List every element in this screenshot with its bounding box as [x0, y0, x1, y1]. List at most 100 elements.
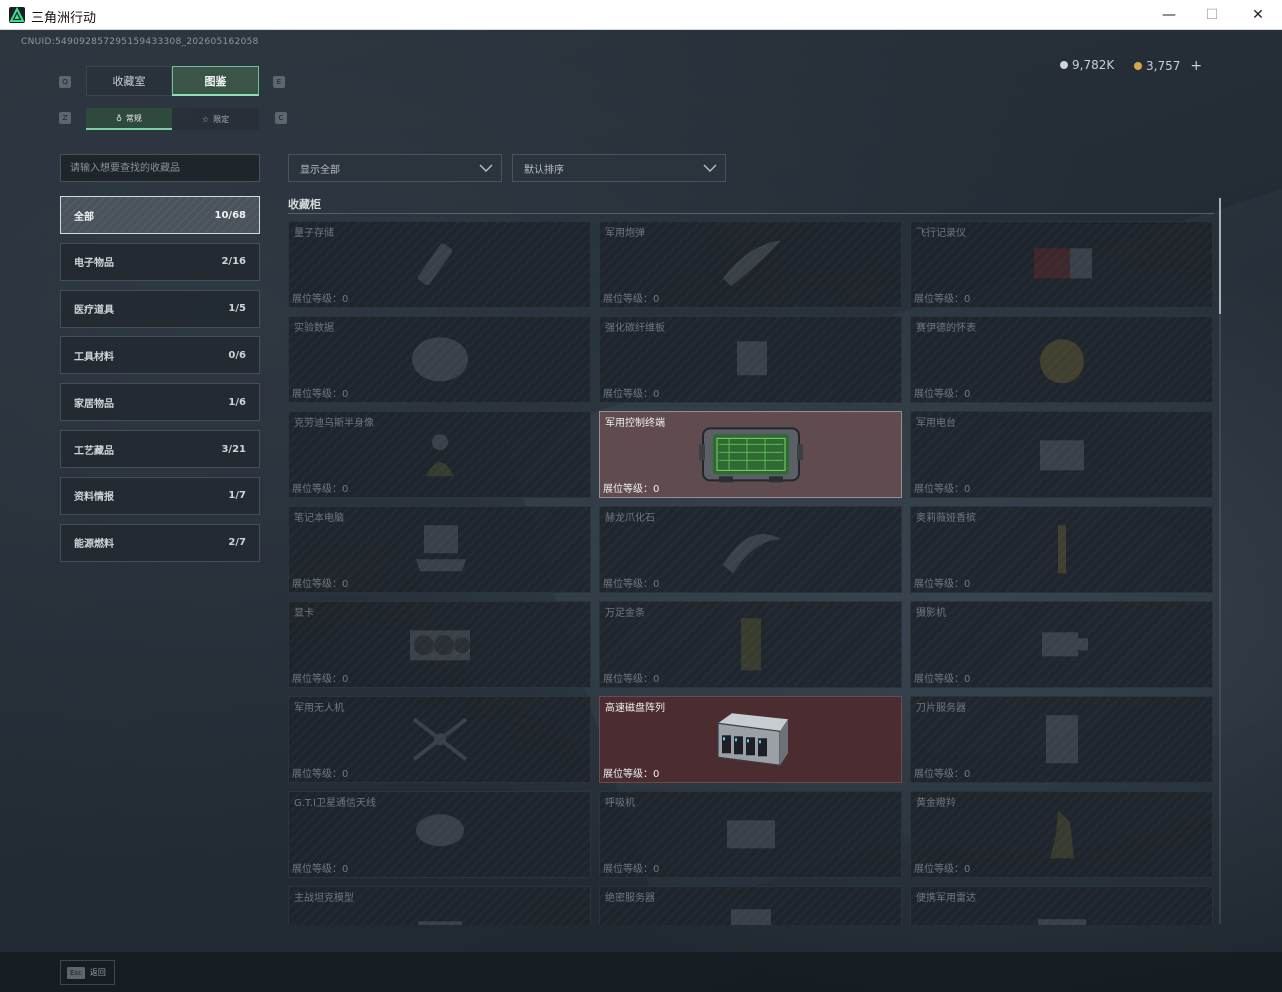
- item-level: 展位等级：0: [914, 769, 971, 780]
- collection-card[interactable]: 军用无人机 展位等级：0: [288, 696, 591, 783]
- category-item[interactable]: 工具材料 0/6: [60, 336, 260, 375]
- item-level: 展位等级：0: [914, 484, 971, 495]
- collection-grid: 量子存储 展位等级：0 军用炮弹 展位等级：0 飞行记录仪 展位等级：0 实验数据 展位等级：…: [288, 221, 1214, 925]
- laptop-icon: [408, 519, 472, 583]
- control-terminal-icon: [698, 422, 803, 490]
- collection-card[interactable]: 笔记本电脑 展位等级：0: [288, 506, 591, 593]
- subtab-label: 常规: [125, 113, 142, 123]
- minimize-button[interactable]: —: [1146, 0, 1192, 30]
- subtab-limited[interactable]: ☆ 限定: [172, 108, 259, 130]
- collection-card[interactable]: 奥莉薇娅香槟 展位等级：0: [910, 506, 1213, 593]
- collection-card[interactable]: 赫龙爪化石 展位等级：0: [599, 506, 902, 593]
- collection-card[interactable]: 强化碳纤维板 展位等级：0: [599, 316, 902, 403]
- currency-silver: 9,782K: [1060, 58, 1114, 72]
- category-item[interactable]: 工艺藏品 3/21: [60, 430, 260, 468]
- tab-codex[interactable]: 图鉴: [172, 66, 259, 96]
- item-name: 克劳迪乌斯半身像: [294, 418, 374, 429]
- chevron-down-icon: [703, 164, 717, 172]
- category-item[interactable]: 资料情报 1/7: [60, 476, 260, 515]
- category-item[interactable]: 家居物品 1/6: [60, 383, 260, 422]
- item-name: 摄影机: [916, 608, 946, 619]
- item-name: 显卡: [294, 608, 314, 619]
- add-currency-button[interactable]: +: [1190, 58, 1202, 74]
- collection-card[interactable]: 飞行记录仪展位等级：0: [910, 221, 1213, 308]
- item-name: 军用无人机: [294, 703, 344, 714]
- collection-card[interactable]: 呼吸机 展位等级：0: [599, 791, 902, 878]
- currency-value: 3,757: [1146, 59, 1181, 73]
- item-name: 万足金条: [605, 608, 645, 619]
- collection-card[interactable]: 实验数据 展位等级：0: [288, 316, 591, 403]
- item-name: G.T.I卫星通信天线: [294, 798, 376, 809]
- gold-coin-icon: [1134, 62, 1142, 70]
- category-count: 2/16: [221, 256, 246, 268]
- gazelle-statue-icon: [1030, 804, 1094, 868]
- close-button[interactable]: ✕: [1235, 0, 1281, 30]
- category-item[interactable]: 能源燃料 2/7: [60, 523, 260, 562]
- radio-icon: [1030, 424, 1094, 488]
- category-count: 10/68: [214, 209, 246, 221]
- collection-card[interactable]: 高速磁盘阵列 展位等级：0: [599, 696, 902, 783]
- collection-card[interactable]: 军用炮弹 展位等级：0: [599, 221, 902, 308]
- back-button[interactable]: Esc 返回: [60, 960, 115, 985]
- item-name: 赫龙爪化石: [605, 513, 655, 524]
- server-icon: [719, 899, 783, 925]
- item-name: 高速磁盘阵列: [605, 703, 665, 714]
- scrollbar-thumb[interactable]: [1219, 198, 1221, 314]
- category-label: 医疗道具: [74, 305, 114, 317]
- category-label: 资料情报: [74, 492, 114, 504]
- usb-drive-icon: [408, 234, 472, 298]
- collection-card[interactable]: G.T.I卫星通信天线 展位等级：0: [288, 791, 591, 878]
- item-level: 展位等级：0: [603, 674, 660, 685]
- item-name: 便携军用雷达: [916, 893, 976, 904]
- app-logo-icon: [9, 7, 25, 23]
- artillery-shell-icon: [719, 234, 783, 298]
- bust-statue-icon: [408, 424, 472, 488]
- collection-card[interactable]: 刀片服务器 展位等级：0: [910, 696, 1213, 783]
- key-hint-c: C: [275, 112, 287, 124]
- item-name: 量子存储: [294, 228, 334, 239]
- category-count: 1/7: [228, 490, 246, 502]
- collection-card[interactable]: 赛伊德的怀表 展位等级：0: [910, 316, 1213, 403]
- sort-dropdown[interactable]: 默认排序: [512, 154, 726, 182]
- item-name: 黄金瞪羚: [916, 798, 956, 809]
- collection-card[interactable]: 军用控制终端 展位等级：0: [599, 411, 902, 498]
- category-item[interactable]: 医疗道具 1/5: [60, 289, 260, 328]
- maximize-button[interactable]: ☐: [1189, 0, 1235, 30]
- item-name: 奥莉薇娅香槟: [916, 513, 976, 524]
- item-name: 飞行记录仪: [916, 228, 966, 239]
- item-level: 展位等级：0: [292, 484, 349, 495]
- collection-card[interactable]: 军用电台 展位等级：0: [910, 411, 1213, 498]
- category-item[interactable]: 全部 10/68: [60, 196, 260, 234]
- category-label: 电子物品: [74, 258, 114, 270]
- collection-card[interactable]: 万足金条展位等级：0: [599, 601, 902, 688]
- gold-bar-icon: [719, 614, 783, 678]
- subtab-regular[interactable]: ♁ 常规: [86, 108, 172, 130]
- tank-model-icon: [408, 899, 472, 925]
- collection-card[interactable]: 显卡 展位等级：0: [288, 601, 591, 688]
- collection-card[interactable]: 主战坦克模型展位等级：0: [288, 886, 591, 925]
- subtab-label: 限定: [213, 114, 230, 124]
- category-item[interactable]: 电子物品 2/16: [60, 242, 260, 281]
- graphics-card-icon: [408, 614, 472, 678]
- collection-card[interactable]: 便携军用雷达展位等级：0: [910, 886, 1213, 925]
- category-count: 3/21: [221, 443, 246, 455]
- search-input[interactable]: [60, 154, 260, 182]
- item-level: 展位等级：0: [292, 389, 349, 400]
- category-label: 能源燃料: [74, 539, 114, 551]
- collection-card[interactable]: 绝密服务器展位等级：0: [599, 886, 902, 925]
- currency-gold: 3,757 +: [1134, 58, 1202, 74]
- item-name: 赛伊德的怀表: [916, 323, 976, 334]
- filter-dropdown[interactable]: 显示全部: [288, 154, 502, 182]
- collection-card[interactable]: 黄金瞪羚展位等级：0: [910, 791, 1213, 878]
- collection-card[interactable]: 摄影机 展位等级：0: [910, 601, 1213, 688]
- item-level: 展位等级：0: [914, 294, 971, 305]
- tab-collection-room[interactable]: 收藏室: [86, 66, 172, 96]
- category-count: 1/5: [228, 303, 246, 315]
- collection-card[interactable]: 量子存储 展位等级：0: [288, 221, 591, 308]
- collection-card[interactable]: 克劳迪乌斯半身像 展位等级：0: [288, 411, 591, 498]
- radar-icon: [1030, 899, 1094, 925]
- category-count: 2/7: [228, 537, 246, 549]
- item-level: 展位等级：0: [914, 864, 971, 875]
- ventilator-icon: [719, 804, 783, 868]
- disk-array-icon: [710, 709, 792, 773]
